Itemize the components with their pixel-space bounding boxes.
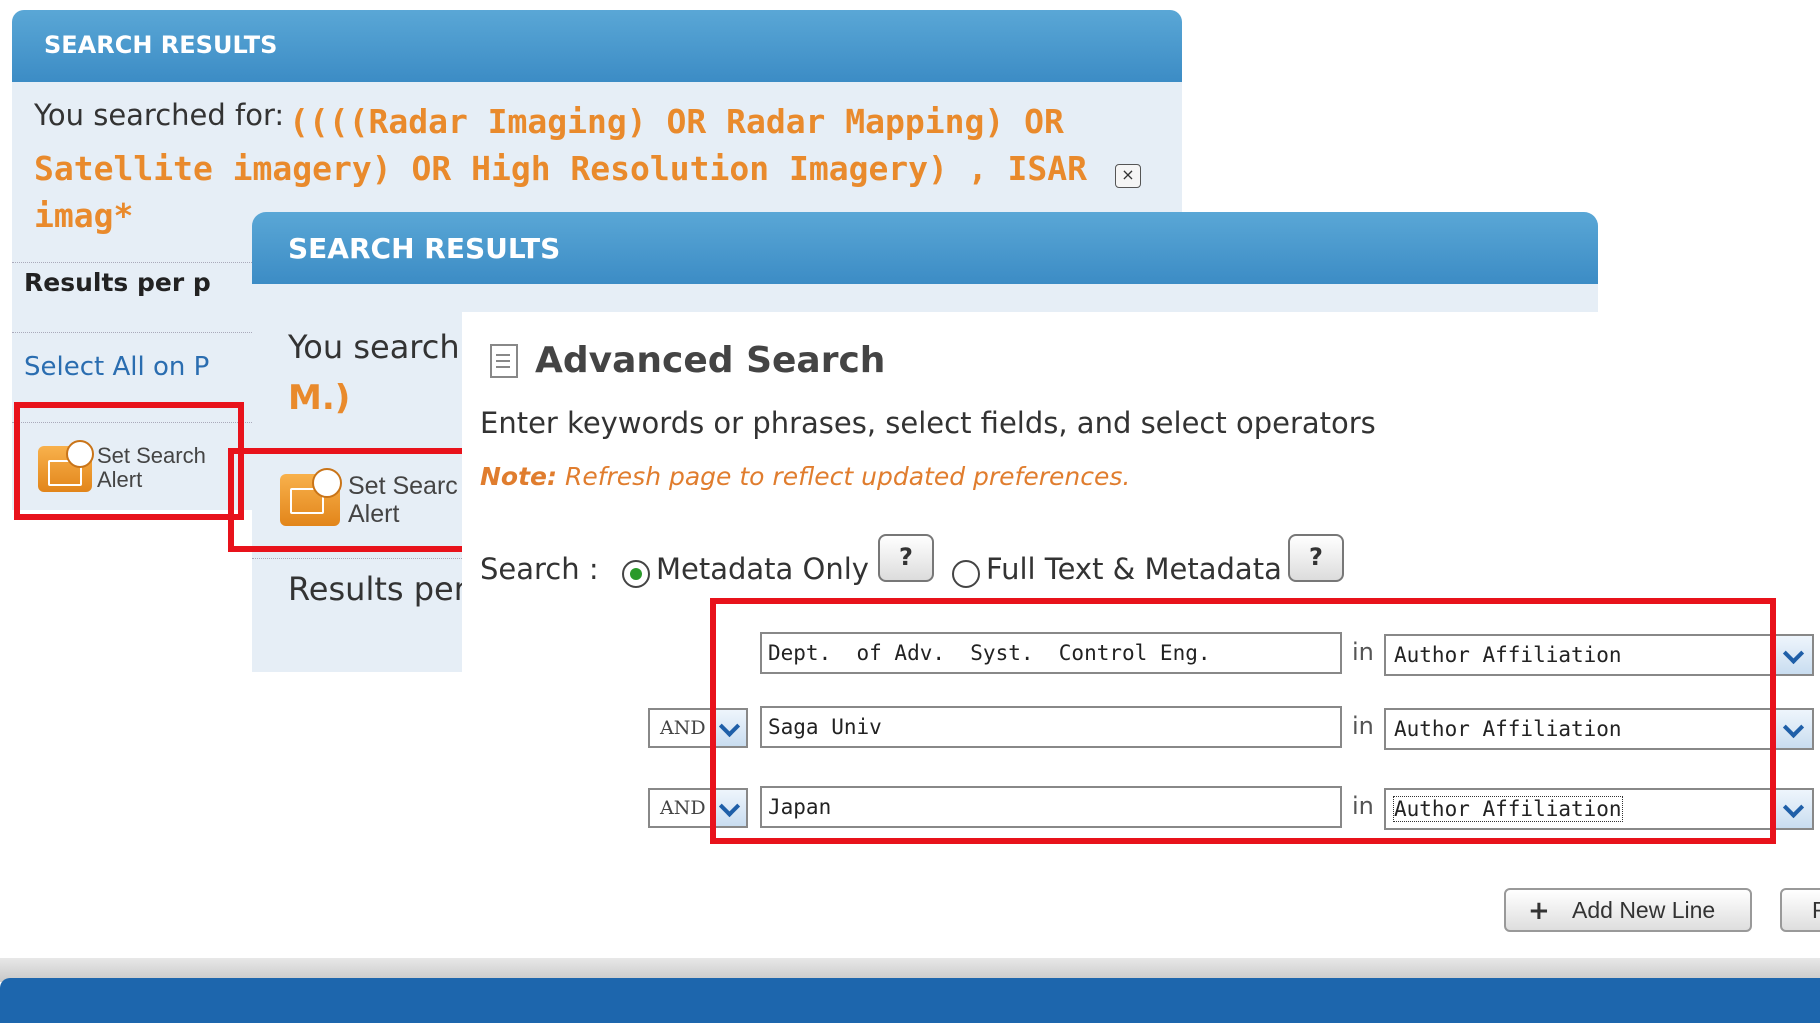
search-scope-label: Search : (480, 552, 599, 586)
footer-bar (0, 978, 1820, 1023)
chevron-down-icon[interactable] (1774, 790, 1812, 828)
results-per-page-label: Results per (288, 570, 467, 608)
help-button[interactable]: ? (1288, 534, 1344, 582)
search-results-header: SEARCH RESULTS (12, 10, 1182, 82)
highlight-box (710, 598, 1776, 844)
document-icon (490, 344, 518, 378)
divider (12, 262, 252, 263)
chevron-down-icon[interactable] (1774, 710, 1812, 748)
search-results-header: SEARCH RESULTS (252, 212, 1598, 284)
metadata-only-radio[interactable] (622, 560, 650, 588)
partial-button[interactable]: F (1780, 888, 1820, 932)
divider (252, 558, 492, 559)
searched-for-label: You searched for: (34, 98, 285, 132)
page-title: Advanced Search (535, 340, 886, 381)
full-text-metadata-radio[interactable] (952, 560, 980, 588)
help-button[interactable]: ? (878, 534, 934, 582)
highlight-box (228, 448, 488, 552)
divider (12, 332, 252, 333)
note-text: Note: Refresh page to reflect updated pr… (480, 462, 1131, 491)
instructions-text: Enter keywords or phrases, select fields… (480, 406, 1376, 440)
close-icon[interactable]: × (1115, 164, 1141, 188)
searched-for-label: You search (288, 328, 460, 366)
select-all-link[interactable]: Select All on P (24, 352, 209, 382)
full-text-metadata-label[interactable]: Full Text & Metadata (986, 552, 1282, 586)
search-query: M.) (288, 378, 351, 418)
chevron-down-icon[interactable] (1774, 636, 1812, 674)
metadata-only-label[interactable]: Metadata Only (656, 552, 869, 586)
highlight-box (14, 402, 244, 520)
results-per-page-label: Results per p (24, 268, 211, 297)
add-line-icon: + (1528, 896, 1550, 926)
